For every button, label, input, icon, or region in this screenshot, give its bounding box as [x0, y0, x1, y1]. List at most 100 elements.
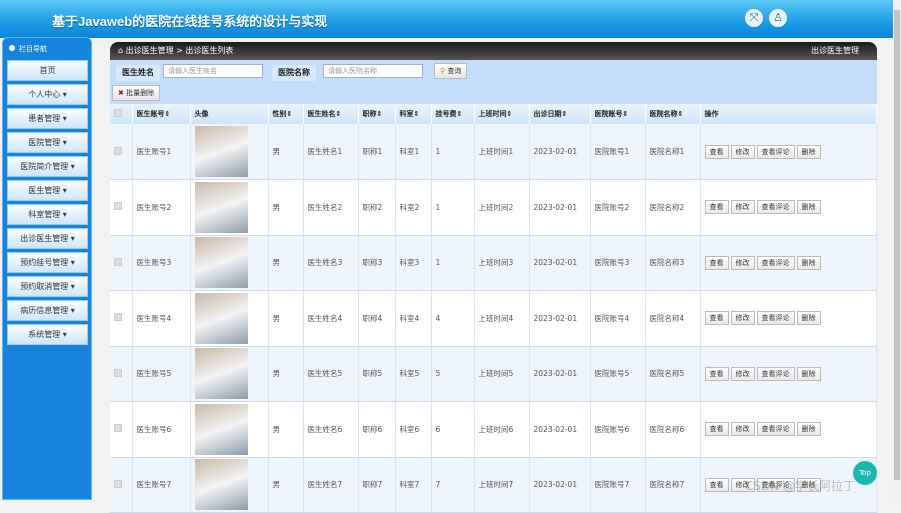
action-button[interactable]: 修改	[730, 311, 755, 326]
action-button[interactable]: 删除	[796, 200, 821, 215]
sidebar-title-text: 栏目导航	[19, 45, 47, 53]
actions-cell: 查看 修改 查看评论 删除	[700, 124, 877, 180]
cell: 医生账号1	[132, 124, 191, 180]
cell: 1	[431, 124, 475, 180]
action-button[interactable]: 查看评论	[756, 422, 795, 437]
sidebar-item[interactable]: 科室管理 ▾	[7, 204, 88, 225]
sidebar-item[interactable]: 首页	[7, 60, 88, 81]
sidebar-item[interactable]: 患者管理 ▾	[7, 108, 88, 129]
cell: 医院名称7	[645, 457, 701, 513]
sidebar-item[interactable]: 个人中心 ▾	[7, 84, 88, 105]
avatar	[190, 290, 269, 347]
row-checkbox[interactable]	[110, 179, 133, 236]
action-button[interactable]: 查看评论	[756, 200, 795, 215]
column-header[interactable]: 上班时间⇕	[474, 104, 530, 124]
column-header[interactable]: 科室⇕	[395, 104, 432, 124]
cell: 科室1	[395, 124, 432, 180]
column-header[interactable]: 出诊日期⇕	[529, 104, 591, 124]
actions-cell: 查看 修改 查看评论 删除	[700, 290, 877, 347]
main-content: ⌂ 出诊医生管理 > 出诊医生列表 出诊医生管理 医生姓名 请输入医生姓名 医院名…	[110, 42, 877, 513]
cell: 医院账号3	[590, 235, 646, 291]
row-checkbox[interactable]	[110, 457, 133, 513]
fullscreen-icon[interactable]: ⤧	[745, 9, 763, 27]
avatar	[190, 346, 269, 402]
cell: 职称7	[358, 457, 396, 513]
sidebar-item[interactable]: 医生管理 ▾	[7, 180, 88, 201]
action-button[interactable]: 查看	[704, 422, 729, 437]
action-button[interactable]: 修改	[730, 144, 755, 159]
cell: 2023-02-01	[529, 346, 591, 402]
cell: 医院名称5	[645, 346, 701, 402]
action-button[interactable]: 查看	[704, 255, 729, 270]
action-button[interactable]: 删除	[796, 311, 821, 326]
hospital-name-input[interactable]: 请输入医院名称	[323, 64, 423, 78]
sidebar-item[interactable]: 出诊医生管理 ▾	[7, 228, 88, 249]
row-checkbox[interactable]	[110, 290, 133, 347]
action-button[interactable]: 查看	[704, 311, 729, 326]
sidebar-item[interactable]: 病历信息管理 ▾	[7, 300, 88, 321]
batch-delete-label: 批量删除	[126, 89, 155, 97]
column-header: 操作	[700, 104, 877, 124]
action-button[interactable]: 删除	[796, 255, 821, 270]
batch-delete-button[interactable]: ✖ 批量删除	[112, 85, 161, 101]
search-bar: 医生姓名 请输入医生姓名 医院名称 请输入医院名称 ⚲ 查询 ✖ 批量删除	[110, 60, 877, 104]
scrollbar[interactable]	[893, 0, 901, 500]
row-checkbox[interactable]	[110, 401, 133, 458]
action-button[interactable]: 查看评论	[756, 311, 795, 326]
column-header[interactable]: 医院名称⇕	[645, 104, 701, 124]
search-button[interactable]: ⚲ 查询	[434, 63, 468, 79]
action-button[interactable]: 查看	[704, 144, 729, 159]
action-button[interactable]: 查看评论	[756, 144, 795, 159]
user-icon[interactable]: ♙	[769, 9, 787, 27]
action-button[interactable]: 修改	[730, 255, 755, 270]
cell: 医生姓名6	[303, 401, 359, 458]
cell: 医院名称2	[645, 179, 701, 236]
sidebar-item[interactable]: 系统管理 ▾	[7, 324, 88, 345]
action-button[interactable]: 查看	[704, 477, 729, 492]
column-header[interactable]: 医院账号⇕	[590, 104, 646, 124]
column-header[interactable]: 医生账号⇕	[132, 104, 191, 124]
action-button[interactable]: 查看	[704, 200, 729, 215]
breadcrumb-path: 出诊医生管理 > 出诊医生列表	[125, 46, 234, 55]
cell: 6	[431, 401, 475, 458]
cell: 4	[431, 290, 475, 347]
cell: 2023-02-01	[529, 290, 591, 347]
action-button[interactable]: 修改	[730, 366, 755, 381]
column-header[interactable]: 职称⇕	[358, 104, 396, 124]
cell: 2023-02-01	[529, 235, 591, 291]
doctor-photo	[194, 126, 248, 177]
cell: 医生账号3	[132, 235, 191, 291]
cell: 医院账号5	[590, 346, 646, 402]
column-header[interactable]: 挂号费⇕	[431, 104, 475, 124]
cell: 医院账号4	[590, 290, 646, 347]
action-button[interactable]: 删除	[796, 366, 821, 381]
sidebar-item[interactable]: 医院简介管理 ▾	[7, 156, 88, 177]
cell: 医院名称6	[645, 401, 701, 458]
action-button[interactable]: 删除	[796, 144, 821, 159]
sidebar-item[interactable]: 预约挂号管理 ▾	[7, 252, 88, 273]
cell: 医生账号5	[132, 346, 191, 402]
doctor-name-input[interactable]: 请输入医生姓名	[163, 64, 263, 78]
action-button[interactable]: 修改	[730, 200, 755, 215]
delete-icon: ✖	[118, 89, 124, 97]
row-checkbox[interactable]	[110, 346, 133, 402]
action-button[interactable]: 查看评论	[756, 366, 795, 381]
action-button[interactable]: 修改	[730, 422, 755, 437]
breadcrumb: ⌂ 出诊医生管理 > 出诊医生列表 出诊医生管理	[110, 42, 877, 60]
scrollbar-thumb[interactable]	[894, 10, 900, 480]
select-all-checkbox[interactable]	[110, 104, 133, 124]
column-header[interactable]: 医生姓名⇕	[303, 104, 359, 124]
action-button[interactable]: 查看评论	[756, 255, 795, 270]
cell: 科室6	[395, 401, 432, 458]
back-to-top-button[interactable]: Top	[853, 461, 877, 485]
cell: 职称6	[358, 401, 396, 458]
sidebar-item[interactable]: 医院管理 ▾	[7, 132, 88, 153]
row-checkbox[interactable]	[110, 124, 133, 180]
sidebar-item[interactable]: 预约取消管理 ▾	[7, 276, 88, 297]
action-button[interactable]: 删除	[796, 422, 821, 437]
column-header[interactable]: 性别⇕	[268, 104, 304, 124]
action-button[interactable]: 查看	[704, 366, 729, 381]
search-button-label: 查询	[447, 67, 462, 75]
cell: 医生账号7	[132, 457, 191, 513]
row-checkbox[interactable]	[110, 235, 133, 291]
